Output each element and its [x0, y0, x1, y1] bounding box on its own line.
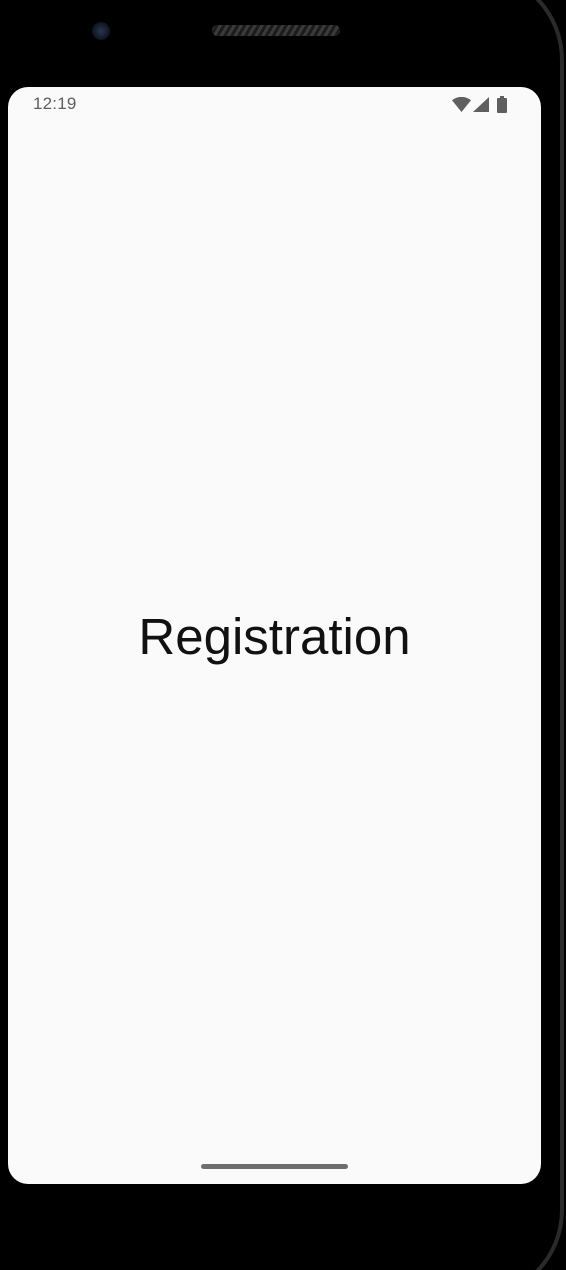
status-icons — [452, 95, 507, 113]
earpiece-speaker — [212, 25, 340, 36]
device-frame: 12:19 Registration — [0, 0, 566, 1270]
status-bar: 12:19 — [8, 87, 541, 121]
wifi-icon — [452, 96, 471, 112]
cellular-signal-icon — [473, 96, 489, 112]
front-camera — [92, 22, 110, 40]
page-title: Registration — [138, 608, 411, 665]
battery-icon — [497, 95, 507, 113]
home-indicator[interactable] — [201, 1164, 348, 1169]
status-time: 12:19 — [33, 94, 77, 113]
app-screen: 12:19 Registration — [8, 87, 541, 1184]
